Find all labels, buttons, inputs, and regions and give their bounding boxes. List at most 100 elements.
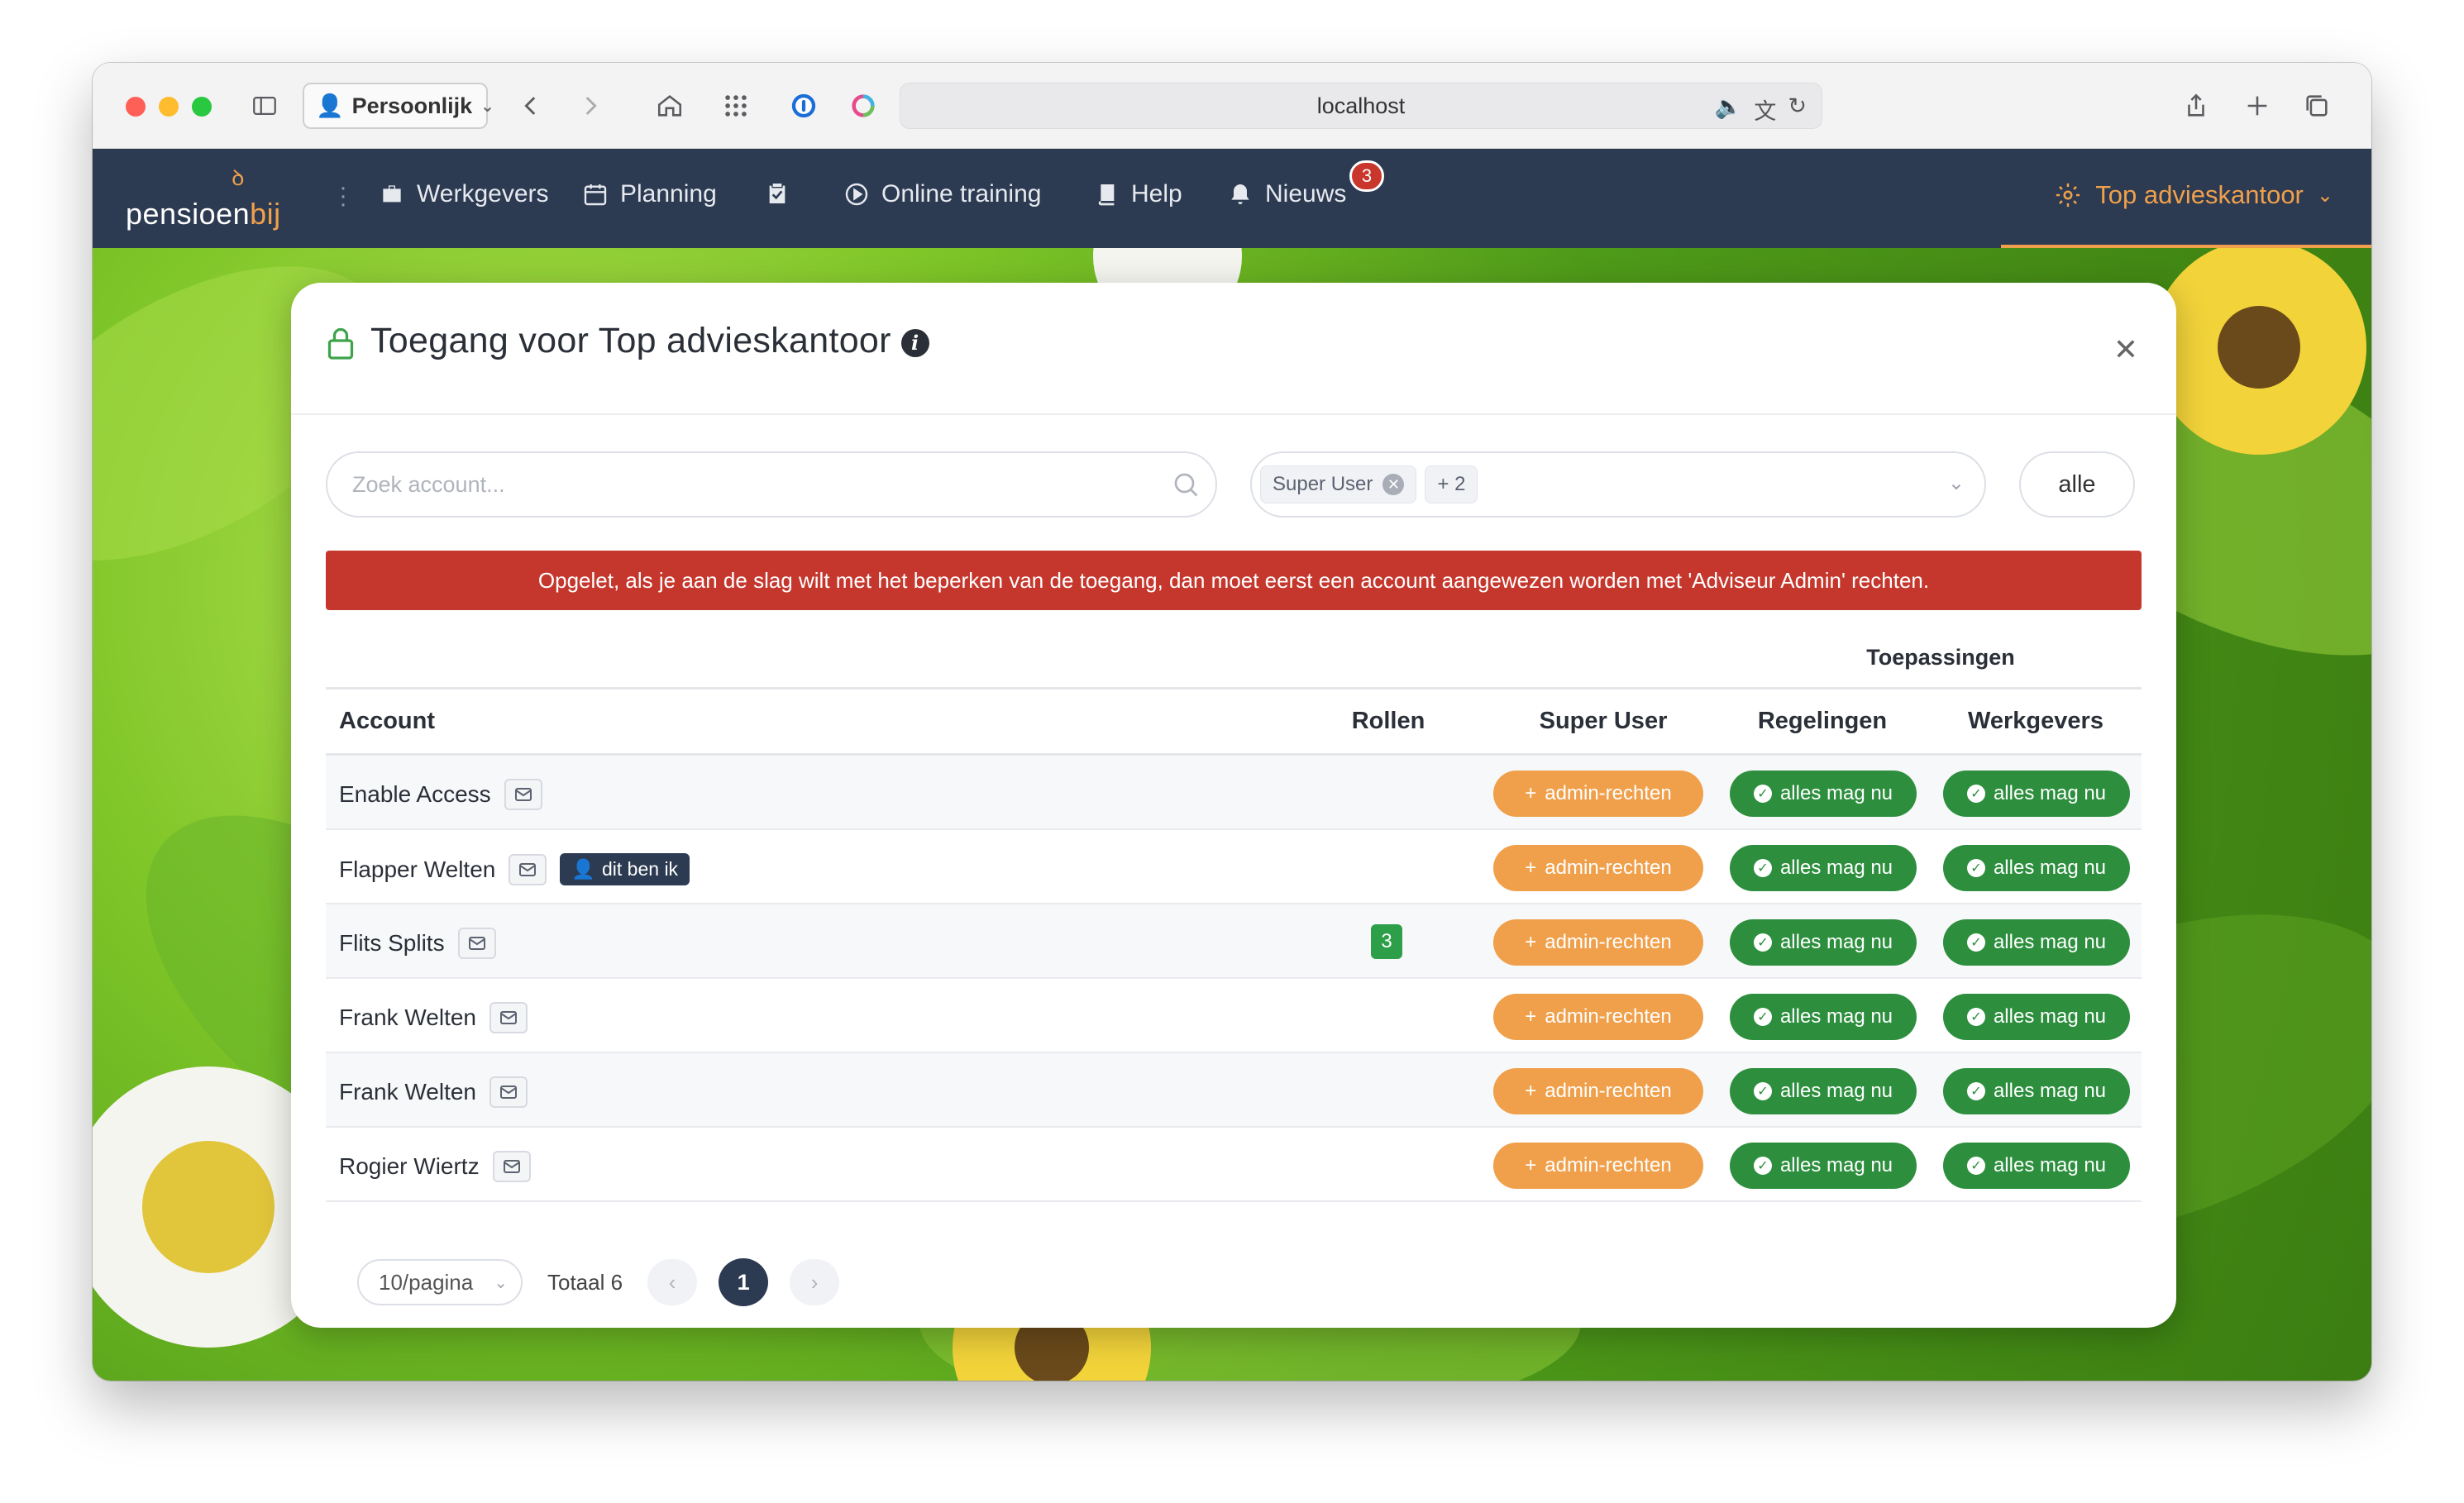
nav-help[interactable]: Help (1093, 180, 1182, 208)
regelingen-access-button[interactable]: ✓ alles mag nu (1730, 994, 1917, 1040)
back-icon[interactable] (513, 88, 549, 124)
prev-page-button[interactable]: ‹ (647, 1259, 698, 1305)
account-name-cell: Flapper Welten 👤 dit ben ik (339, 853, 690, 885)
info-icon[interactable]: i (900, 328, 929, 357)
translate-icon[interactable]: 文 (1754, 93, 1776, 126)
pensioenbij-logo[interactable]: ꝺ pensioenbij (126, 165, 281, 231)
mail-icon[interactable] (489, 1076, 528, 1108)
extension-ring-icon[interactable] (845, 88, 881, 124)
news-count-badge: 3 (1349, 160, 1384, 192)
profile-label: Persoonlijk (351, 93, 473, 118)
col-super-user: Super User (1539, 708, 1668, 734)
tabs-overview-icon[interactable] (2299, 88, 2335, 124)
check-circle-icon: ✓ (1966, 933, 1985, 952)
current-page-button[interactable]: 1 (719, 1258, 769, 1306)
password-manager-icon[interactable] (786, 88, 822, 124)
nav-nieuws[interactable]: Nieuws (1227, 180, 1346, 208)
account-name: Flits Splits (339, 930, 445, 956)
role-count-badge[interactable]: 3 (1371, 924, 1402, 959)
home-icon[interactable] (652, 88, 688, 124)
zoom-window-button[interactable] (192, 97, 212, 117)
share-icon[interactable] (2178, 88, 2214, 124)
mail-icon[interactable] (504, 779, 542, 810)
group-header-toepassingen: Toepassingen (1866, 645, 2015, 670)
calendar-icon (584, 184, 607, 206)
werkgevers-access-button[interactable]: ✓ alles mag nu (1943, 1068, 2130, 1114)
profile-selector[interactable]: 👤 Persoonlijk ⌄ (303, 83, 494, 129)
regelingen-access-button[interactable]: ✓ alles mag nu (1730, 919, 1917, 966)
grid-icon[interactable] (718, 88, 754, 124)
table-row: Flapper Welten 👤 dit ben ik + admin-rechte… (326, 830, 2142, 904)
search-account-input[interactable]: Zoek account... (326, 451, 1217, 518)
per-page-select[interactable]: 10/pagina ⌄ (357, 1259, 523, 1305)
address-bar[interactable]: localhost 🔈 文 ↻ (900, 83, 1822, 129)
gear-icon (2056, 183, 2080, 208)
next-page-button[interactable]: › (790, 1259, 840, 1305)
filter-more-tag: + 2 (1425, 465, 1478, 503)
werkgevers-access-button[interactable]: ✓ alles mag nu (1943, 1143, 2130, 1189)
check-circle-icon: ✓ (1753, 1157, 1772, 1175)
regelingen-access-button[interactable]: ✓ alles mag nu (1730, 1068, 1917, 1114)
account-name: Enable Access (339, 781, 491, 807)
chevron-down-icon: ⌄ (480, 97, 494, 116)
mail-icon[interactable] (509, 853, 547, 885)
regelingen-access-button[interactable]: ✓ alles mag nu (1730, 771, 1917, 817)
modal-header: Toegang voor Top advieskantoor i ✕ (291, 283, 2176, 415)
bell-icon (1231, 184, 1249, 204)
nav-tasks[interactable] (764, 180, 802, 207)
account-name-cell: Flits Splits (339, 928, 496, 959)
admin-rights-button[interactable]: + admin-rechten (1493, 1143, 1703, 1189)
table-body: Enable Access + admin-rechten ✓ alles mag … (326, 756, 2142, 1202)
warning-alert: Opgelet, als je aan de slag wilt met het… (326, 551, 2142, 610)
reload-icon[interactable]: ↻ (1788, 93, 1807, 126)
admin-rights-button[interactable]: + admin-rechten (1493, 994, 1703, 1040)
briefcase-icon (383, 185, 401, 203)
all-button[interactable]: alle (2019, 451, 2135, 518)
account-name-cell: Frank Welten (339, 1076, 528, 1108)
check-circle-icon: ✓ (1753, 785, 1772, 803)
regelingen-access-button[interactable]: ✓ alles mag nu (1730, 1143, 1917, 1189)
account-name-cell: Frank Welten (339, 1002, 528, 1033)
admin-rights-button[interactable]: + admin-rechten (1493, 919, 1703, 966)
access-table: Toepassingen Account Rollen Super User R… (326, 630, 2142, 1202)
nav-online-training[interactable]: Online training (843, 180, 1041, 208)
close-window-button[interactable] (126, 97, 146, 117)
regelingen-access-button[interactable]: ✓ alles mag nu (1730, 845, 1917, 891)
new-tab-icon[interactable] (2239, 88, 2275, 124)
table-row: Rogier Wiertz + admin-rechten ✓ alles mag … (326, 1128, 2142, 1202)
mail-icon[interactable] (492, 1151, 531, 1182)
account-name-cell: Enable Access (339, 779, 542, 810)
account-name: Frank Welten (339, 1004, 476, 1030)
mail-icon[interactable] (489, 1002, 528, 1033)
close-icon[interactable]: ✕ (2113, 332, 2138, 367)
werkgevers-access-button[interactable]: ✓ alles mag nu (1943, 994, 2130, 1040)
mail-icon[interactable] (457, 928, 496, 959)
table-header-row: Account Rollen Super User Regelingen Wer… (326, 689, 2142, 756)
role-filter-select[interactable]: Super User ✕ + 2 ⌄ (1250, 451, 1986, 518)
plus-icon: + (1525, 931, 1537, 953)
plus-icon: + (1525, 1154, 1537, 1176)
remove-tag-icon[interactable]: ✕ (1382, 474, 1405, 495)
check-circle-icon: ✓ (1753, 859, 1772, 877)
table-row: Frank Welten + admin-rechten ✓ alles mag n… (326, 1053, 2142, 1128)
search-icon (1174, 473, 1198, 497)
werkgevers-access-button[interactable]: ✓ alles mag nu (1943, 771, 2130, 817)
admin-rights-button[interactable]: + admin-rechten (1493, 771, 1703, 817)
browser-window: 👤 Persoonlijk ⌄ localhost 🔈 文 ↻ ꝺ pensio… (93, 63, 2371, 1381)
nav-planning[interactable]: Planning (582, 180, 717, 208)
sidebar-toggle-icon[interactable] (246, 88, 283, 124)
werkgevers-access-button[interactable]: ✓ alles mag nu (1943, 919, 2130, 966)
more-vertical-icon[interactable]: · · · (339, 175, 347, 217)
forward-icon[interactable] (572, 88, 609, 124)
speaker-icon[interactable]: 🔈 (1715, 93, 1743, 126)
nav-werkgevers[interactable]: Werkgevers (379, 180, 549, 208)
minimize-window-button[interactable] (159, 97, 179, 117)
chevron-down-icon: ⌄ (494, 1274, 508, 1292)
total-count: Totaal 6 (547, 1269, 623, 1295)
account-name: Rogier Wiertz (339, 1153, 480, 1179)
werkgevers-access-button[interactable]: ✓ alles mag nu (1943, 845, 2130, 891)
pagination: 10/pagina ⌄ Totaal 6 ‹ 1 › (357, 1258, 840, 1306)
organisation-menu[interactable]: Top advieskantoor ⌄ (2054, 180, 2333, 210)
admin-rights-button[interactable]: + admin-rechten (1493, 1068, 1703, 1114)
admin-rights-button[interactable]: + admin-rechten (1493, 845, 1703, 891)
